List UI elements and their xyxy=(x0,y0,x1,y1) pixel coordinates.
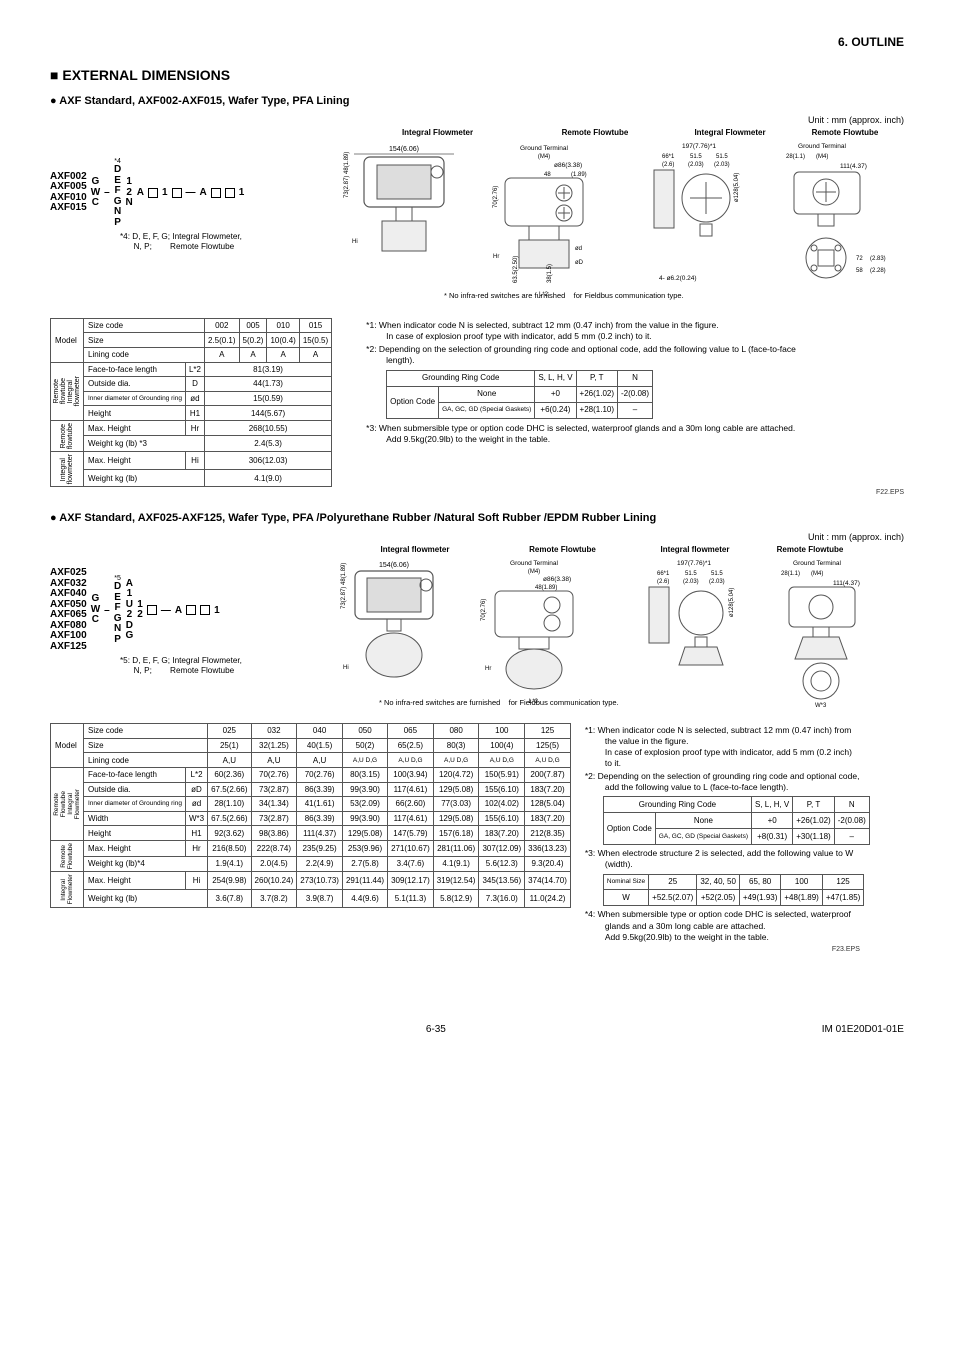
svg-text:øD: øD xyxy=(575,260,584,266)
bot-table: Model Size code 025032040050 06508010012… xyxy=(50,723,571,907)
bot-eps: F23.EPS xyxy=(585,945,860,954)
svg-text:(M4): (M4) xyxy=(811,571,823,577)
top-note2: *2: Depending on the selection of ground… xyxy=(366,344,806,366)
top-table: Model Size code 002005010015 Size 2.5(0.… xyxy=(50,318,332,488)
footer-right: IM 01E20D01-01E xyxy=(822,1024,904,1035)
square-icon xyxy=(172,188,182,198)
bot-model-block: AXF025AXF032 AXF040AXF050 AXF065AXF080 A… xyxy=(50,568,220,652)
svg-text:(M4): (M4) xyxy=(816,154,828,160)
svg-text:58: 58 xyxy=(856,268,863,274)
svg-text:73(2.87) 48(1.89): 73(2.87) 48(1.89) xyxy=(341,563,347,609)
svg-text:63.5(2.50): 63.5(2.50) xyxy=(513,255,519,282)
hdr-remote2: Remote Flowtube xyxy=(795,129,895,138)
top-diagram: 154(6.06) 73(2.87) 48(1.89) Hi Ground Te… xyxy=(334,138,904,308)
svg-text:ø86(3.38): ø86(3.38) xyxy=(543,576,571,583)
svg-text:28(1.1): 28(1.1) xyxy=(786,154,805,160)
top-note3: *3: When submersible type or option code… xyxy=(366,423,806,445)
bot-note3: *3: When electrode structure 2 is select… xyxy=(585,848,860,870)
hdr-intfm: Integral Flowmeter xyxy=(350,129,525,138)
svg-text:197(7.76)*1: 197(7.76)*1 xyxy=(677,560,711,567)
bot-ground-table: Grounding Ring CodeS, L, H, VP, TN Optio… xyxy=(603,796,870,845)
bot-note5: *5: D, E, F, G; Integral Flowmeter, N, P… xyxy=(120,656,325,677)
svg-text:ø86(3.38): ø86(3.38) xyxy=(554,162,582,169)
svg-text:70(2.76): 70(2.76) xyxy=(493,185,499,207)
svg-text:(2.03): (2.03) xyxy=(683,579,699,585)
svg-text:51.5: 51.5 xyxy=(716,154,728,160)
bot-note4: *4: When submersible type or option code… xyxy=(585,909,860,942)
svg-text:(2.6): (2.6) xyxy=(657,579,669,585)
svg-text:ød: ød xyxy=(575,246,582,252)
top-ground-table: Grounding Ring Code S, L, H, V P, T N Op… xyxy=(386,370,653,419)
outline-header: 6. OUTLINE xyxy=(50,35,904,49)
svg-text:51.5: 51.5 xyxy=(685,571,697,577)
svg-text:Ground Terminal: Ground Terminal xyxy=(793,560,841,567)
hdr-remote-b2: Remote Flowtube xyxy=(760,546,860,555)
top-note4: *4: D, E, F, G; Integral Flowmeter, N, P… xyxy=(120,232,320,253)
svg-text:W*3: W*3 xyxy=(815,703,827,709)
hdr-intfm2: Integral Flowmeter xyxy=(665,129,795,138)
top-note1: *1: When indicator code N is selected, s… xyxy=(366,320,806,342)
svg-text:(M4): (M4) xyxy=(538,154,550,160)
bot-subtitle: AXF Standard, AXF025-AXF125, Wafer Type,… xyxy=(50,512,904,524)
svg-text:Ground Terminal: Ground Terminal xyxy=(520,145,568,152)
svg-text:Ground Terminal: Ground Terminal xyxy=(510,560,558,567)
svg-text:48: 48 xyxy=(544,172,551,178)
svg-text:Hi: Hi xyxy=(352,239,358,245)
top-subtitle: AXF Standard, AXF002-AXF015, Wafer Type,… xyxy=(50,95,904,107)
svg-text:48(1.89): 48(1.89) xyxy=(535,585,557,591)
square-icon xyxy=(148,188,158,198)
svg-text:(2.83): (2.83) xyxy=(870,256,886,262)
svg-text:197(7.76)*1: 197(7.76)*1 xyxy=(682,143,716,150)
svg-text:51.5: 51.5 xyxy=(711,571,723,577)
svg-text:Hr: Hr xyxy=(485,666,491,672)
top-model-block: AXF002 AXF005 AXF010 AXF015 G W C – *4 D… xyxy=(50,158,244,228)
svg-text:111(4.37): 111(4.37) xyxy=(833,580,860,587)
svg-text:38(1.5): 38(1.5) xyxy=(547,264,553,283)
svg-text:(2.03): (2.03) xyxy=(688,162,704,168)
svg-text:Ground Terminal: Ground Terminal xyxy=(798,143,846,150)
svg-text:51.5: 51.5 xyxy=(690,154,702,160)
svg-text:70(2.76): 70(2.76) xyxy=(481,599,487,621)
square-icon xyxy=(147,605,157,615)
footer-left: 6-35 xyxy=(426,1024,446,1035)
svg-text:(2.03): (2.03) xyxy=(714,162,730,168)
section-title: EXTERNAL DIMENSIONS xyxy=(50,67,904,83)
bot-note1: *1: When indicator code N is selected, s… xyxy=(585,725,860,769)
svg-text:ø128(5.04): ø128(5.04) xyxy=(729,588,735,617)
bot-note2: *2: Depending on the selection of ground… xyxy=(585,771,860,793)
square-icon xyxy=(225,188,235,198)
top-eps: F22.EPS xyxy=(50,489,904,496)
square-icon xyxy=(200,605,210,615)
svg-text:73(2.87) 48(1.89): 73(2.87) 48(1.89) xyxy=(344,151,350,197)
hdr-intfm-b: Integral flowmeter xyxy=(335,546,495,555)
svg-text:72: 72 xyxy=(856,256,863,262)
svg-text:(2.28): (2.28) xyxy=(870,268,886,274)
square-icon xyxy=(186,605,196,615)
svg-text:Hr: Hr xyxy=(493,254,499,260)
svg-text:154(6.06): 154(6.06) xyxy=(379,562,409,569)
svg-text:4- ø6.2(0.24): 4- ø6.2(0.24) xyxy=(659,275,697,282)
svg-text:28(1.1): 28(1.1) xyxy=(781,571,800,577)
svg-text:66*1: 66*1 xyxy=(662,154,675,160)
hdr-intfm-b2: Integral flowmeter xyxy=(630,546,760,555)
svg-text:(2.03): (2.03) xyxy=(709,579,725,585)
bot-unit-label: Unit : mm (approx. inch) xyxy=(50,532,904,542)
hdr-remote-b: Remote Flowtube xyxy=(495,546,630,555)
svg-text:ø128(5.04): ø128(5.04) xyxy=(734,172,740,201)
svg-text:111(4.37): 111(4.37) xyxy=(840,163,867,170)
svg-text:(2.6): (2.6) xyxy=(662,162,674,168)
svg-text:Hi: Hi xyxy=(343,665,349,671)
svg-text:(M4): (M4) xyxy=(528,569,540,575)
fieldbus-note: * No infra-red switches are furnished fo… xyxy=(444,291,684,300)
svg-text:* No infra-red switches are fu: * No infra-red switches are furnished fo… xyxy=(379,698,619,707)
dim154: 154(6.06) xyxy=(389,146,419,153)
bot-nominal-table: Nominal Size 2532, 40, 5065, 80100125 W … xyxy=(603,874,864,907)
square-icon xyxy=(211,188,221,198)
svg-text:(1.89): (1.89) xyxy=(571,172,587,178)
bot-diagram: 154(6.06) Hi 73(2.87) 48(1.89) Ground Te… xyxy=(339,555,909,715)
hdr-remote: Remote Flowtube xyxy=(525,129,665,138)
top-unit-label: Unit : mm (approx. inch) xyxy=(50,115,904,125)
svg-text:66*1: 66*1 xyxy=(657,571,670,577)
